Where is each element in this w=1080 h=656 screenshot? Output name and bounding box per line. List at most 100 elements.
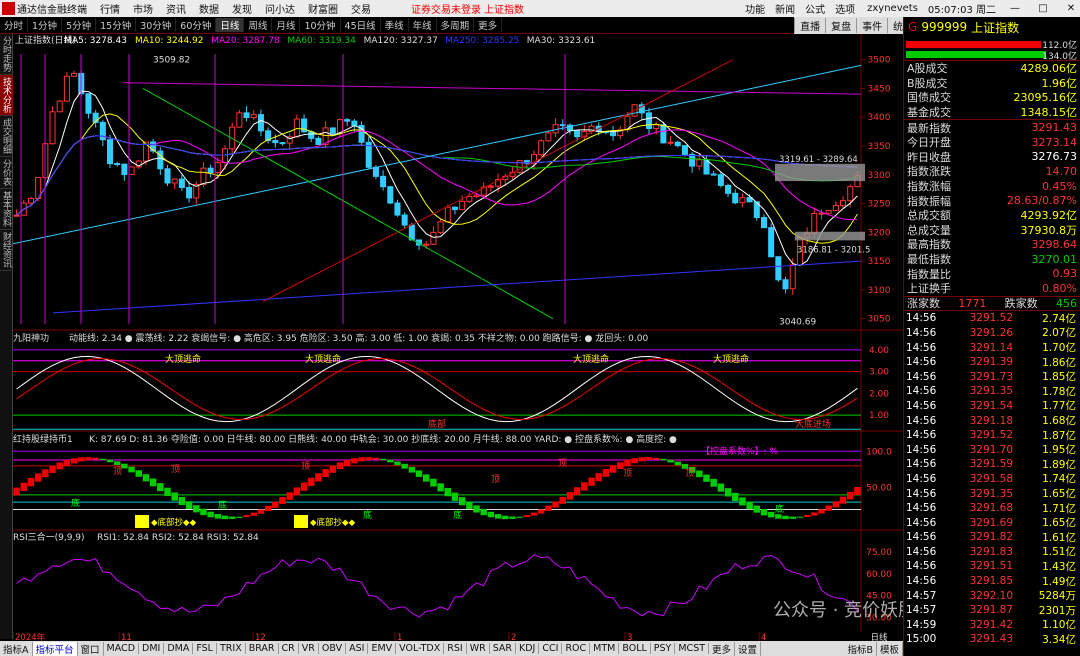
menu-item-marketplace[interactable]: 市场: [133, 1, 153, 16]
indicator-tab-2[interactable]: 窗口: [78, 641, 104, 656]
indicator-tab-14[interactable]: VOL-TDX: [396, 643, 445, 654]
candle: [272, 140, 279, 144]
indicator-tab-8[interactable]: BRAR: [246, 643, 279, 654]
period-tab-10[interactable]: 45日线: [341, 18, 381, 32]
tool-button-1[interactable]: 复盘: [825, 18, 856, 33]
indicator-tab-21[interactable]: MTM: [590, 643, 620, 654]
indicator-tab-1[interactable]: 指标平台: [32, 641, 78, 656]
ind1-info: 动能线: 2.34 ● 震荡线: 2.22 衰竭信号: ● 高危区: 3.95 …: [69, 332, 648, 344]
tick-price: 3291.51: [969, 560, 1013, 573]
template-tab-1[interactable]: 模板: [877, 641, 903, 656]
top-mark: 顶: [558, 458, 567, 469]
kline-chart[interactable]: 3500 3450 3400 3350 3300 3250 3200 3150 3100 3050…: [13, 34, 903, 632]
advance-decline: 涨家数 1771 跌家数 456: [904, 295, 1080, 310]
stat-label: 指数涨跌: [907, 165, 951, 179]
menu-item-news[interactable]: 资讯: [166, 1, 186, 16]
left-tab-5[interactable]: 财经资讯: [0, 230, 13, 271]
left-tab-3[interactable]: 分价表: [0, 157, 13, 189]
stat-value: 3273.14: [1031, 135, 1078, 149]
menu-item-ask[interactable]: 问小达: [265, 1, 295, 16]
tool-button-2[interactable]: 事件: [856, 18, 887, 33]
left-tab-2[interactable]: 成交明细: [0, 116, 13, 157]
indicator-tab-6[interactable]: FSL: [193, 643, 217, 654]
template-tab-0[interactable]: 指标B: [844, 641, 877, 656]
indicator-tab-13[interactable]: EMV: [368, 643, 397, 654]
period-tab-14[interactable]: 更多: [474, 18, 503, 32]
tick-volume: 1.65亿: [1042, 488, 1076, 501]
indicator-tab-7[interactable]: TRIX: [217, 643, 246, 654]
left-tab-4[interactable]: 基本资料: [0, 189, 13, 230]
indicator-tab-15[interactable]: RSI: [444, 643, 467, 654]
candle: [645, 112, 653, 130]
indicator-tab-26[interactable]: 设置: [735, 641, 762, 656]
buy-marker: [294, 515, 308, 528]
close-icon[interactable]: ✕: [1062, 3, 1080, 14]
ind1-title: 九阳神功: [13, 332, 49, 344]
indicator-tab-11[interactable]: OBV: [319, 643, 347, 654]
period-tab-6[interactable]: 日线: [216, 18, 245, 32]
tick-price: 3291.39: [969, 356, 1013, 369]
period-tab-1[interactable]: 1分钟: [28, 18, 63, 32]
period-tab-2[interactable]: 5分钟: [62, 18, 97, 32]
indicator-tab-20[interactable]: ROC: [562, 643, 591, 654]
period-tab-12[interactable]: 年线: [409, 18, 437, 32]
period-tab-4[interactable]: 30分钟: [136, 18, 177, 32]
menu-news[interactable]: 新闻: [775, 1, 795, 16]
indicator-tab-22[interactable]: BOLL: [619, 643, 651, 654]
maximize-icon[interactable]: □: [1034, 3, 1052, 14]
price-axis-label: 3200: [868, 228, 891, 238]
stat-label: B股成交: [907, 76, 948, 90]
tick-volume: 1.71亿: [1042, 502, 1076, 515]
candle: [71, 72, 78, 77]
stat-value: 3291.43: [1031, 121, 1078, 135]
indicator-tab-0[interactable]: 指标A: [0, 641, 33, 656]
indicator-tab-25[interactable]: 更多: [709, 641, 736, 656]
indicator-tab-5[interactable]: DMA: [164, 643, 194, 654]
menu-function[interactable]: 功能: [745, 1, 765, 16]
indicator-tab-24[interactable]: MCST: [675, 643, 710, 654]
period-tab-3[interactable]: 15分钟: [96, 18, 137, 32]
period-tab-9[interactable]: 10分钟: [300, 18, 341, 32]
app-logo-icon: [2, 2, 15, 15]
login-alert[interactable]: 证券交易未登录: [411, 1, 481, 16]
stat-value: 0.93: [1052, 267, 1078, 281]
menu-item-discover[interactable]: 发现: [232, 1, 252, 16]
indicator-tab-16[interactable]: WR: [467, 643, 490, 654]
indicator-tab-12[interactable]: ASI: [346, 643, 369, 654]
menu-item-data[interactable]: 数据: [199, 1, 219, 16]
candle: [13, 214, 20, 217]
minimize-icon[interactable]: —: [1006, 3, 1024, 14]
left-tab-0[interactable]: 分时走势: [0, 34, 13, 75]
indicator-tab-10[interactable]: VR: [299, 643, 319, 654]
period-tab-8[interactable]: 月线: [272, 18, 301, 32]
period-tab-11[interactable]: 季线: [381, 18, 409, 32]
indicator-tab-17[interactable]: SAR: [490, 643, 517, 654]
right-panel: G 999999 上证指数 112.0亿 134.0亿 A股成交 4289.06亿…: [903, 17, 1080, 656]
menu-item-wealth[interactable]: 财富圈: [308, 1, 338, 16]
indicator-tab-23[interactable]: PSY: [651, 643, 676, 654]
indicator-tab-19[interactable]: CCI: [539, 643, 563, 654]
period-tab-0[interactable]: 分时: [0, 18, 29, 32]
index-stats: 最新指数 3291.43 今日开盘 3273.14 昨日收盘 3276.73 指数涨跌 14.…: [904, 119, 1080, 295]
menu-item-market[interactable]: 行情: [100, 1, 120, 16]
period-tab-7[interactable]: 周线: [244, 18, 273, 32]
candle: [56, 100, 63, 113]
indicator-tab-9[interactable]: CR: [279, 643, 299, 654]
date-label: 3: [627, 633, 632, 641]
candle: [408, 224, 415, 241]
menu-formula[interactable]: 公式: [805, 1, 825, 16]
left-tab-1[interactable]: 技术分析: [0, 75, 13, 116]
indicator-tab-18[interactable]: KDJ: [516, 643, 540, 654]
menu-item-trade[interactable]: 交易: [351, 1, 371, 16]
period-tab-5[interactable]: 60分钟: [176, 18, 217, 32]
indicator-tab-3[interactable]: MACD: [104, 643, 140, 654]
candle: [85, 93, 92, 114]
stat-label: 最高指数: [907, 238, 951, 252]
period-tab-13[interactable]: 多周期: [437, 18, 475, 32]
menu-options[interactable]: 选项: [835, 1, 855, 16]
tick-row: 14:56 3291.85 1.49亿: [904, 574, 1080, 589]
tool-button-0[interactable]: 直播: [794, 18, 825, 33]
tick-list[interactable]: 14:56 3291.52 2.74亿 14:56 3291.26 2.07亿 14:56 3…: [904, 310, 1080, 647]
indicator-tab-4[interactable]: DMI: [139, 643, 165, 654]
period-label: 日线: [870, 632, 888, 641]
